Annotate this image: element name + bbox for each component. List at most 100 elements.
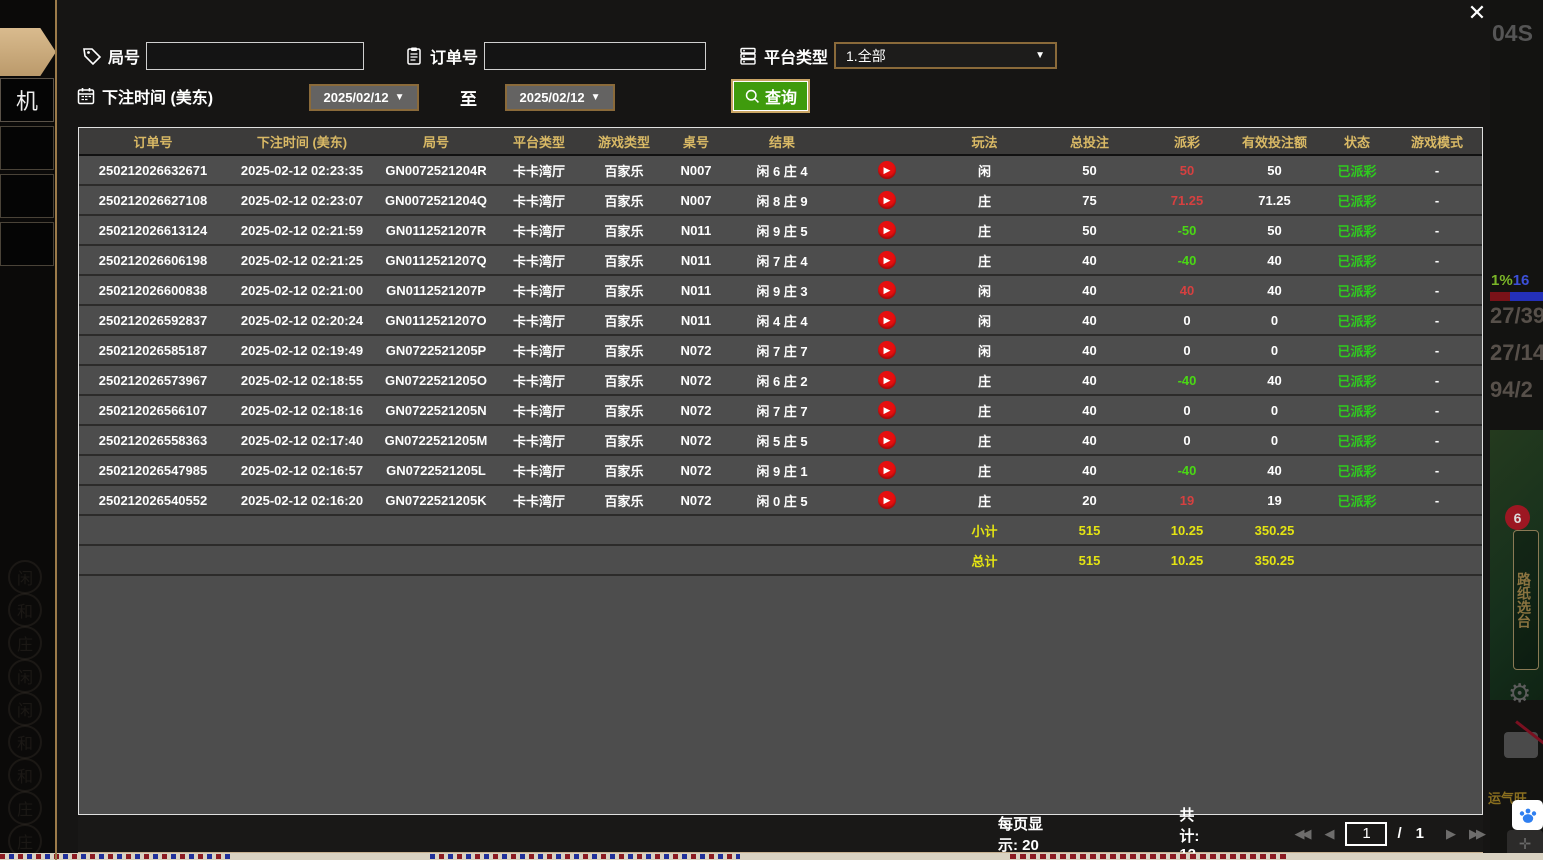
- column-header-10: 派彩: [1147, 128, 1227, 155]
- sidebar-tab-active[interactable]: [0, 28, 56, 76]
- column-header-3: 平台类型: [495, 128, 583, 155]
- replay-play-icon[interactable]: ▶: [878, 491, 896, 509]
- cell-payout: 0: [1147, 395, 1227, 425]
- cell-platform: 卡卡湾厅: [495, 245, 583, 275]
- cell-game-mode: -: [1392, 215, 1482, 245]
- replay-play-icon[interactable]: ▶: [878, 401, 896, 419]
- cell-game-mode: -: [1392, 275, 1482, 305]
- subtotal-spacer: [583, 515, 665, 545]
- replay-play-icon[interactable]: ▶: [878, 431, 896, 449]
- sidebar-tab-machine-label: 机: [16, 84, 38, 116]
- cell-game-mode: -: [1392, 485, 1482, 515]
- replay-play-icon[interactable]: ▶: [878, 191, 896, 209]
- cell-result: 闲 7 庄 7: [727, 335, 837, 365]
- replay-play-icon[interactable]: ▶: [878, 161, 896, 179]
- cell-status: 已派彩: [1322, 215, 1392, 245]
- order-filter-label: 订单号: [430, 44, 478, 68]
- cell-order-number: 250212026627108: [79, 185, 227, 215]
- table-row: 2502120266061982025-02-12 02:21:25GN0112…: [79, 245, 1482, 275]
- date-to-value: 2025/02/12: [520, 90, 585, 105]
- date-range-to-label: 至: [460, 85, 477, 110]
- chat-disabled-icon[interactable]: [1504, 732, 1538, 758]
- round-input[interactable]: [146, 42, 364, 70]
- close-icon[interactable]: ✕: [1462, 0, 1492, 26]
- cell-game-mode: -: [1392, 395, 1482, 425]
- cell-order-number: 250212026606198: [79, 245, 227, 275]
- cell-game-type: 百家乐: [583, 215, 665, 245]
- column-header-0: 订单号: [79, 128, 227, 155]
- replay-play-icon[interactable]: ▶: [878, 341, 896, 359]
- date-from-button[interactable]: 2025/02/12 ▼: [309, 84, 419, 111]
- cell-bet-time: 2025-02-12 02:21:00: [227, 275, 377, 305]
- cell-bet-time: 2025-02-12 02:23:07: [227, 185, 377, 215]
- cell-game-type: 百家乐: [583, 155, 665, 185]
- background-stat-1: 27/39: [1490, 303, 1543, 329]
- table-header-row: 订单号下注时间 (美东)局号平台类型游戏类型桌号结果玩法总投注派彩有效投注额状态…: [79, 128, 1482, 155]
- roadmap-table-select-tab[interactable]: 路纸选台: [1513, 530, 1539, 670]
- gear-icon[interactable]: ⚙: [1508, 678, 1531, 709]
- cell-replay: ▶: [837, 395, 937, 425]
- cell-status: 已派彩: [1322, 395, 1392, 425]
- cell-play-type: 庄: [937, 215, 1032, 245]
- total-label: 总计: [937, 545, 1032, 575]
- table-row: 2502120265405522025-02-12 02:16:20GN0722…: [79, 485, 1482, 515]
- cell-table-number: N011: [665, 245, 727, 275]
- cell-total-bet: 20: [1032, 485, 1147, 515]
- cell-bet-time: 2025-02-12 02:21:25: [227, 245, 377, 275]
- replay-play-icon[interactable]: ▶: [878, 311, 896, 329]
- cell-status: 已派彩: [1322, 305, 1392, 335]
- first-page-icon[interactable]: ◀◀: [1294, 826, 1308, 842]
- page-number-input[interactable]: [1345, 822, 1387, 846]
- cell-total-bet: 50: [1032, 155, 1147, 185]
- subtotal-total-bet: 515: [1032, 515, 1147, 545]
- cell-round-number: GN0722521205O: [377, 365, 495, 395]
- cell-platform: 卡卡湾厅: [495, 305, 583, 335]
- date-to-button[interactable]: 2025/02/12 ▼: [505, 84, 615, 111]
- cell-platform: 卡卡湾厅: [495, 185, 583, 215]
- table-row: 2502120265739672025-02-12 02:18:55GN0722…: [79, 365, 1482, 395]
- cell-game-mode: -: [1392, 185, 1482, 215]
- cell-platform: 卡卡湾厅: [495, 275, 583, 305]
- sidebar-tab-machine[interactable]: 机: [0, 78, 54, 122]
- total-spacer: [665, 545, 727, 575]
- platform-selected-value: 1.全部: [846, 46, 886, 66]
- cell-status: 已派彩: [1322, 335, 1392, 365]
- cell-result: 闲 9 庄 1: [727, 455, 837, 485]
- cell-round-number: GN0072521204Q: [377, 185, 495, 215]
- platform-filter-group: 平台类型 1.全部 ▼: [738, 42, 1057, 69]
- replay-play-icon[interactable]: ▶: [878, 251, 896, 269]
- platform-select[interactable]: 1.全部 ▼: [834, 42, 1057, 69]
- replay-play-icon[interactable]: ▶: [878, 461, 896, 479]
- cell-game-type: 百家乐: [583, 425, 665, 455]
- replay-play-icon[interactable]: ▶: [878, 281, 896, 299]
- table-row: 2502120266008382025-02-12 02:21:00GN0112…: [79, 275, 1482, 305]
- replay-play-icon[interactable]: ▶: [878, 371, 896, 389]
- cell-platform: 卡卡湾厅: [495, 365, 583, 395]
- last-page-icon[interactable]: ▶▶: [1469, 826, 1483, 842]
- next-page-icon[interactable]: ▶: [1446, 826, 1453, 842]
- sidebar-tab-5[interactable]: [0, 222, 54, 266]
- cell-platform: 卡卡湾厅: [495, 395, 583, 425]
- table-row: 2502120266326712025-02-12 02:23:35GN0072…: [79, 155, 1482, 185]
- cell-payout: 50: [1147, 155, 1227, 185]
- cell-play-type: 庄: [937, 425, 1032, 455]
- cell-round-number: GN0722521205K: [377, 485, 495, 515]
- cell-status: 已派彩: [1322, 425, 1392, 455]
- per-page-label: 每页显示: 20: [998, 813, 1044, 855]
- cell-order-number: 250212026566107: [79, 395, 227, 425]
- sidebar-tab-3[interactable]: [0, 126, 54, 170]
- ghost-roadmap-bead: 和: [8, 725, 42, 759]
- cell-replay: ▶: [837, 215, 937, 245]
- order-filter-group: 订单号: [404, 42, 706, 70]
- cell-result: 闲 4 庄 4: [727, 305, 837, 335]
- sidebar-tab-4[interactable]: [0, 174, 54, 218]
- cell-status: 已派彩: [1322, 245, 1392, 275]
- search-button[interactable]: 查询: [733, 81, 808, 111]
- cell-play-type: 庄: [937, 185, 1032, 215]
- paw-app-icon[interactable]: [1512, 800, 1543, 830]
- cell-total-bet: 40: [1032, 395, 1147, 425]
- prev-page-icon[interactable]: ◀: [1324, 826, 1331, 842]
- cell-bet-time: 2025-02-12 02:18:55: [227, 365, 377, 395]
- replay-play-icon[interactable]: ▶: [878, 221, 896, 239]
- order-input[interactable]: [484, 42, 706, 70]
